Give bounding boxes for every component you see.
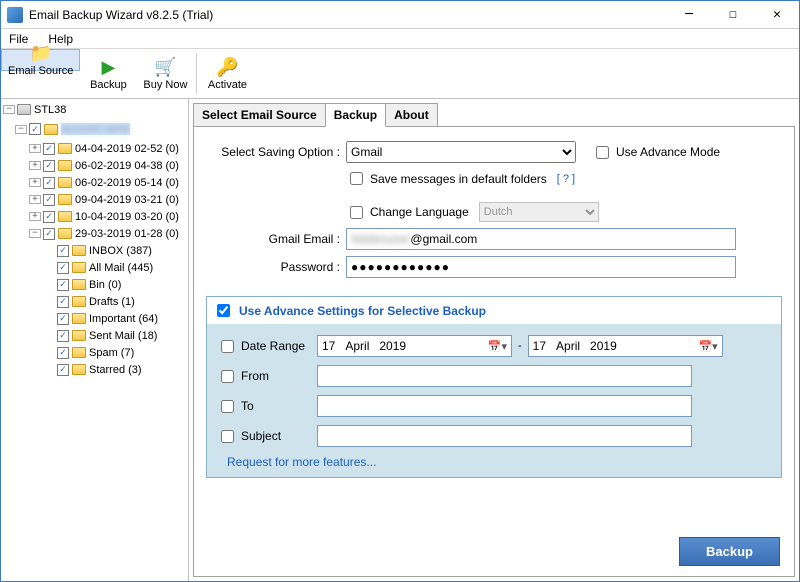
date-to-input[interactable]: 17April2019 📅▾ [528, 335, 723, 357]
folder-icon [58, 160, 72, 171]
advance-mode-input[interactable] [596, 146, 609, 159]
folder-icon [58, 177, 72, 188]
subject-checkbox[interactable]: Subject [217, 427, 317, 446]
tree-folder[interactable]: +✓04-04-2019 02-52 (0) [1, 140, 188, 157]
request-features-link[interactable]: Request for more features... [227, 455, 771, 469]
email-input[interactable]: hiddenuser@gmail.com [346, 228, 736, 250]
help-link[interactable]: [ ? ] [557, 173, 575, 185]
tab-panel-backup: Select Saving Option : Gmail Use Advance… [193, 126, 795, 577]
tree-folder[interactable]: −✓29-03-2019 01-28 (0) [1, 225, 188, 242]
advance-mode-checkbox[interactable]: Use Advance Mode [592, 143, 720, 162]
from-input[interactable] [317, 365, 692, 387]
tree-root[interactable]: − STL38 [1, 101, 188, 118]
toolbar-buy-now[interactable]: 🛒 Buy Now [136, 49, 194, 98]
tree-subfolder[interactable]: ✓Spam (7) [1, 344, 188, 361]
password-label: Password : [206, 260, 346, 274]
folder-icon [72, 347, 86, 358]
folder-icon [58, 211, 72, 222]
drive-icon [17, 104, 31, 115]
email-label: Gmail Email : [206, 232, 346, 246]
app-icon [7, 7, 23, 23]
folder-icon [72, 262, 86, 273]
folder-icon [58, 228, 72, 239]
tree-subfolder[interactable]: ✓INBOX (387) [1, 242, 188, 259]
folder-icon [72, 330, 86, 341]
tree-folder[interactable]: +✓06-02-2019 05-14 (0) [1, 174, 188, 191]
play-icon: ▶ [97, 56, 119, 78]
calendar-icon[interactable]: 📅▾ [698, 340, 717, 353]
advance-settings-group: Use Advance Settings for Selective Backu… [206, 296, 782, 478]
subject-input[interactable] [317, 425, 692, 447]
window-title: Email Backup Wizard v8.2.5 (Trial) [29, 8, 667, 22]
folder-icon [72, 245, 86, 256]
date-range-checkbox[interactable]: Date Range [217, 337, 317, 356]
folder-icon [72, 313, 86, 324]
saving-option-label: Select Saving Option : [206, 145, 346, 159]
tree-account[interactable]: −✓ account name [1, 118, 188, 140]
saving-option-select[interactable]: Gmail [346, 141, 576, 163]
tree-folder[interactable]: +✓09-04-2019 03-21 (0) [1, 191, 188, 208]
tab-strip: Select Email Source Backup About [193, 103, 795, 127]
folder-tree[interactable]: − STL38 −✓ account name +✓04-04-2019 02-… [1, 99, 189, 581]
toolbar-activate[interactable]: 🔑 Activate [199, 49, 255, 98]
change-language-checkbox[interactable]: Change Language [346, 203, 469, 222]
backup-button[interactable]: Backup [679, 537, 780, 566]
close-button[interactable]: ✕ [755, 1, 799, 29]
minimize-button[interactable]: ─ [667, 1, 711, 29]
menu-file[interactable]: File [5, 30, 32, 48]
tree-subfolder[interactable]: ✓Sent Mail (18) [1, 327, 188, 344]
advance-settings-title: Use Advance Settings for Selective Backu… [239, 304, 486, 318]
folder-icon [72, 279, 86, 290]
folder-plus-icon: 📁 [30, 43, 52, 64]
key-icon: 🔑 [216, 56, 238, 78]
to-input[interactable] [317, 395, 692, 417]
tab-backup[interactable]: Backup [325, 103, 386, 127]
to-checkbox[interactable]: To [217, 397, 317, 416]
cart-icon: 🛒 [154, 56, 176, 78]
tree-subfolder[interactable]: ✓Drafts (1) [1, 293, 188, 310]
toolbar-email-source[interactable]: 📁 Email Source [1, 49, 80, 71]
toolbar-separator [196, 53, 197, 94]
tree-subfolder[interactable]: ✓Bin (0) [1, 276, 188, 293]
tab-about[interactable]: About [385, 103, 438, 127]
default-folders-checkbox[interactable]: Save messages in default folders [346, 169, 547, 188]
titlebar: Email Backup Wizard v8.2.5 (Trial) ─ ☐ ✕ [1, 1, 799, 29]
tree-subfolder[interactable]: ✓All Mail (445) [1, 259, 188, 276]
folder-icon [44, 124, 58, 135]
from-checkbox[interactable]: From [217, 367, 317, 386]
app-window: Email Backup Wizard v8.2.5 (Trial) ─ ☐ ✕… [0, 0, 800, 582]
change-language-input[interactable] [350, 206, 363, 219]
tree-subfolder[interactable]: ✓Starred (3) [1, 361, 188, 378]
advance-settings-checkbox[interactable] [217, 304, 230, 317]
tree-folder[interactable]: +✓10-04-2019 03-20 (0) [1, 208, 188, 225]
menu-bar: File Help [1, 29, 799, 49]
tree-subfolder[interactable]: ✓Important (64) [1, 310, 188, 327]
toolbar-backup[interactable]: ▶ Backup [80, 49, 136, 98]
main-panel: Select Email Source Backup About Select … [189, 99, 799, 581]
folder-icon [72, 364, 86, 375]
tab-select-source[interactable]: Select Email Source [193, 103, 326, 127]
default-folders-input[interactable] [350, 172, 363, 185]
language-select[interactable]: Dutch [479, 202, 599, 222]
date-from-input[interactable]: 17April2019 📅▾ [317, 335, 512, 357]
calendar-icon[interactable]: 📅▾ [488, 340, 507, 353]
password-input[interactable]: ●●●●●●●●●●●● [346, 256, 736, 278]
folder-icon [58, 143, 72, 154]
toolbar: 📁 Email Source ▶ Backup 🛒 Buy Now 🔑 Acti… [1, 49, 799, 99]
folder-icon [58, 194, 72, 205]
tree-folder[interactable]: +✓06-02-2019 04-38 (0) [1, 157, 188, 174]
folder-icon [72, 296, 86, 307]
maximize-button[interactable]: ☐ [711, 1, 755, 29]
